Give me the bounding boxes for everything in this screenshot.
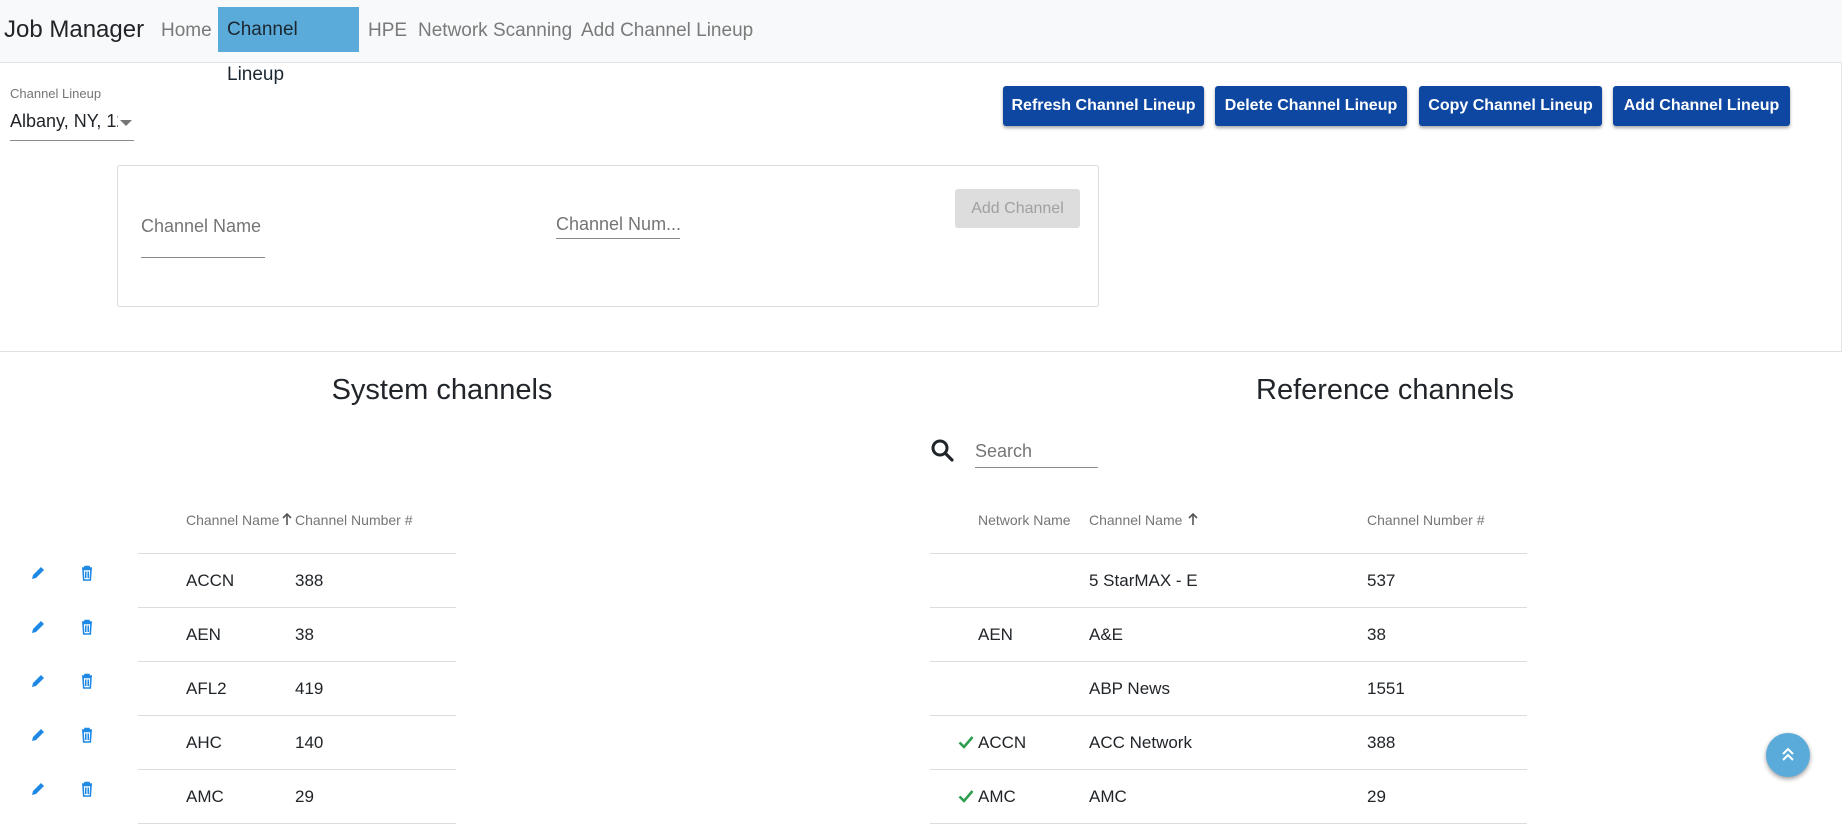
ref-network-name: AMC — [978, 787, 1016, 806]
nav-hpe[interactable]: HPE — [359, 0, 416, 52]
lineup-select[interactable]: Albany, NY, 12 — [10, 108, 134, 141]
delete-lineup-button[interactable]: Delete Channel Lineup — [1215, 86, 1407, 126]
sys-channel-number: 29 — [295, 787, 314, 806]
double-chevron-up-icon — [1782, 747, 1794, 761]
ref-col-network-name[interactable]: Network Name — [978, 512, 1071, 528]
sys-channel-name: ACCN — [186, 571, 235, 590]
sys-channel-name: AMC — [186, 787, 224, 806]
row-divider — [930, 715, 1527, 716]
app-brand[interactable]: Job Manager — [4, 16, 144, 44]
ref-channel-number: 29 — [1367, 787, 1386, 806]
ref-col-channel-name[interactable]: Channel Name — [1089, 512, 1198, 528]
delete-trash-icon[interactable] — [78, 780, 96, 798]
lineup-select-value: Albany, NY, 12 — [10, 111, 118, 131]
ref-channel-name: A&E — [1089, 625, 1124, 644]
ref-network-name: ACCN — [978, 733, 1027, 752]
nav-home[interactable]: Home — [152, 0, 221, 52]
edit-pencil-icon[interactable] — [29, 618, 47, 636]
sys-channel-name: AEN — [186, 625, 221, 644]
nav-channel-lineup[interactable]: Channel Lineup — [218, 7, 359, 85]
sys-channel-name: AHC — [186, 733, 222, 752]
caret-down-icon — [120, 120, 132, 126]
sys-channel-number: 38 — [295, 625, 314, 644]
ref-col-channel-number[interactable]: Channel Number # — [1367, 512, 1485, 528]
row-divider — [138, 823, 456, 824]
refresh-lineup-button[interactable]: Refresh Channel Lineup — [1003, 86, 1204, 126]
top-navbar: Job Manager Home Channel Lineup HPE Netw… — [0, 0, 1842, 85]
reference-channels-title: Reference channels — [1256, 374, 1514, 406]
nav-network-scanning[interactable]: Network Scanning — [409, 0, 581, 52]
row-divider — [930, 553, 1527, 554]
reference-search-input[interactable] — [975, 435, 1098, 468]
row-divider — [138, 553, 456, 554]
sys-channel-number: 388 — [295, 571, 324, 590]
ref-channel-name: ABP News — [1089, 679, 1170, 698]
copy-lineup-button[interactable]: Copy Channel Lineup — [1419, 86, 1602, 126]
search-icon[interactable] — [930, 438, 954, 462]
add-lineup-button[interactable]: Add Channel Lineup — [1613, 86, 1790, 126]
ref-channel-number: 38 — [1367, 625, 1386, 644]
delete-trash-icon[interactable] — [78, 564, 96, 582]
lineup-select-label: Channel Lineup — [10, 86, 102, 101]
channel-name-input[interactable] — [141, 210, 265, 258]
check-icon — [958, 736, 974, 749]
row-divider — [138, 769, 456, 770]
row-divider — [930, 769, 1527, 770]
ref-channel-number: 388 — [1367, 733, 1396, 752]
delete-trash-icon[interactable] — [78, 726, 96, 744]
row-divider — [138, 607, 456, 608]
edit-pencil-icon[interactable] — [29, 780, 47, 798]
sort-arrow-up-icon — [1188, 512, 1198, 528]
sys-channel-number: 419 — [295, 679, 324, 698]
sys-channel-name: AFL2 — [186, 679, 227, 698]
row-divider — [930, 823, 1527, 824]
ref-channel-name: AMC — [1089, 787, 1127, 806]
edit-pencil-icon[interactable] — [29, 726, 47, 744]
ref-network-name: AEN — [978, 625, 1013, 644]
sys-channel-number: 140 — [295, 733, 324, 752]
edit-pencil-icon[interactable] — [29, 672, 47, 690]
check-icon — [958, 790, 974, 803]
ref-channel-number: 1551 — [1367, 679, 1405, 698]
sys-col-channel-name[interactable]: Channel Name — [186, 512, 292, 528]
row-divider — [138, 661, 456, 662]
system-channels-title: System channels — [331, 374, 553, 406]
sort-arrow-up-icon — [282, 512, 292, 528]
row-divider — [138, 715, 456, 716]
channel-number-input[interactable] — [556, 210, 680, 239]
delete-trash-icon[interactable] — [78, 618, 96, 636]
ref-channel-name: ACC Network — [1089, 733, 1192, 752]
delete-trash-icon[interactable] — [78, 672, 96, 690]
ref-channel-name: 5 StarMAX - E — [1089, 571, 1198, 590]
ref-channel-number: 537 — [1367, 571, 1396, 590]
row-divider — [930, 661, 1527, 662]
sys-col-channel-number[interactable]: Channel Number # — [295, 512, 413, 528]
add-channel-button[interactable]: Add Channel — [955, 189, 1080, 228]
edit-pencil-icon[interactable] — [29, 564, 47, 582]
scroll-to-top-button[interactable] — [1766, 733, 1810, 777]
nav-add-channel-lineup[interactable]: Add Channel Lineup — [572, 0, 762, 52]
row-divider — [930, 607, 1527, 608]
